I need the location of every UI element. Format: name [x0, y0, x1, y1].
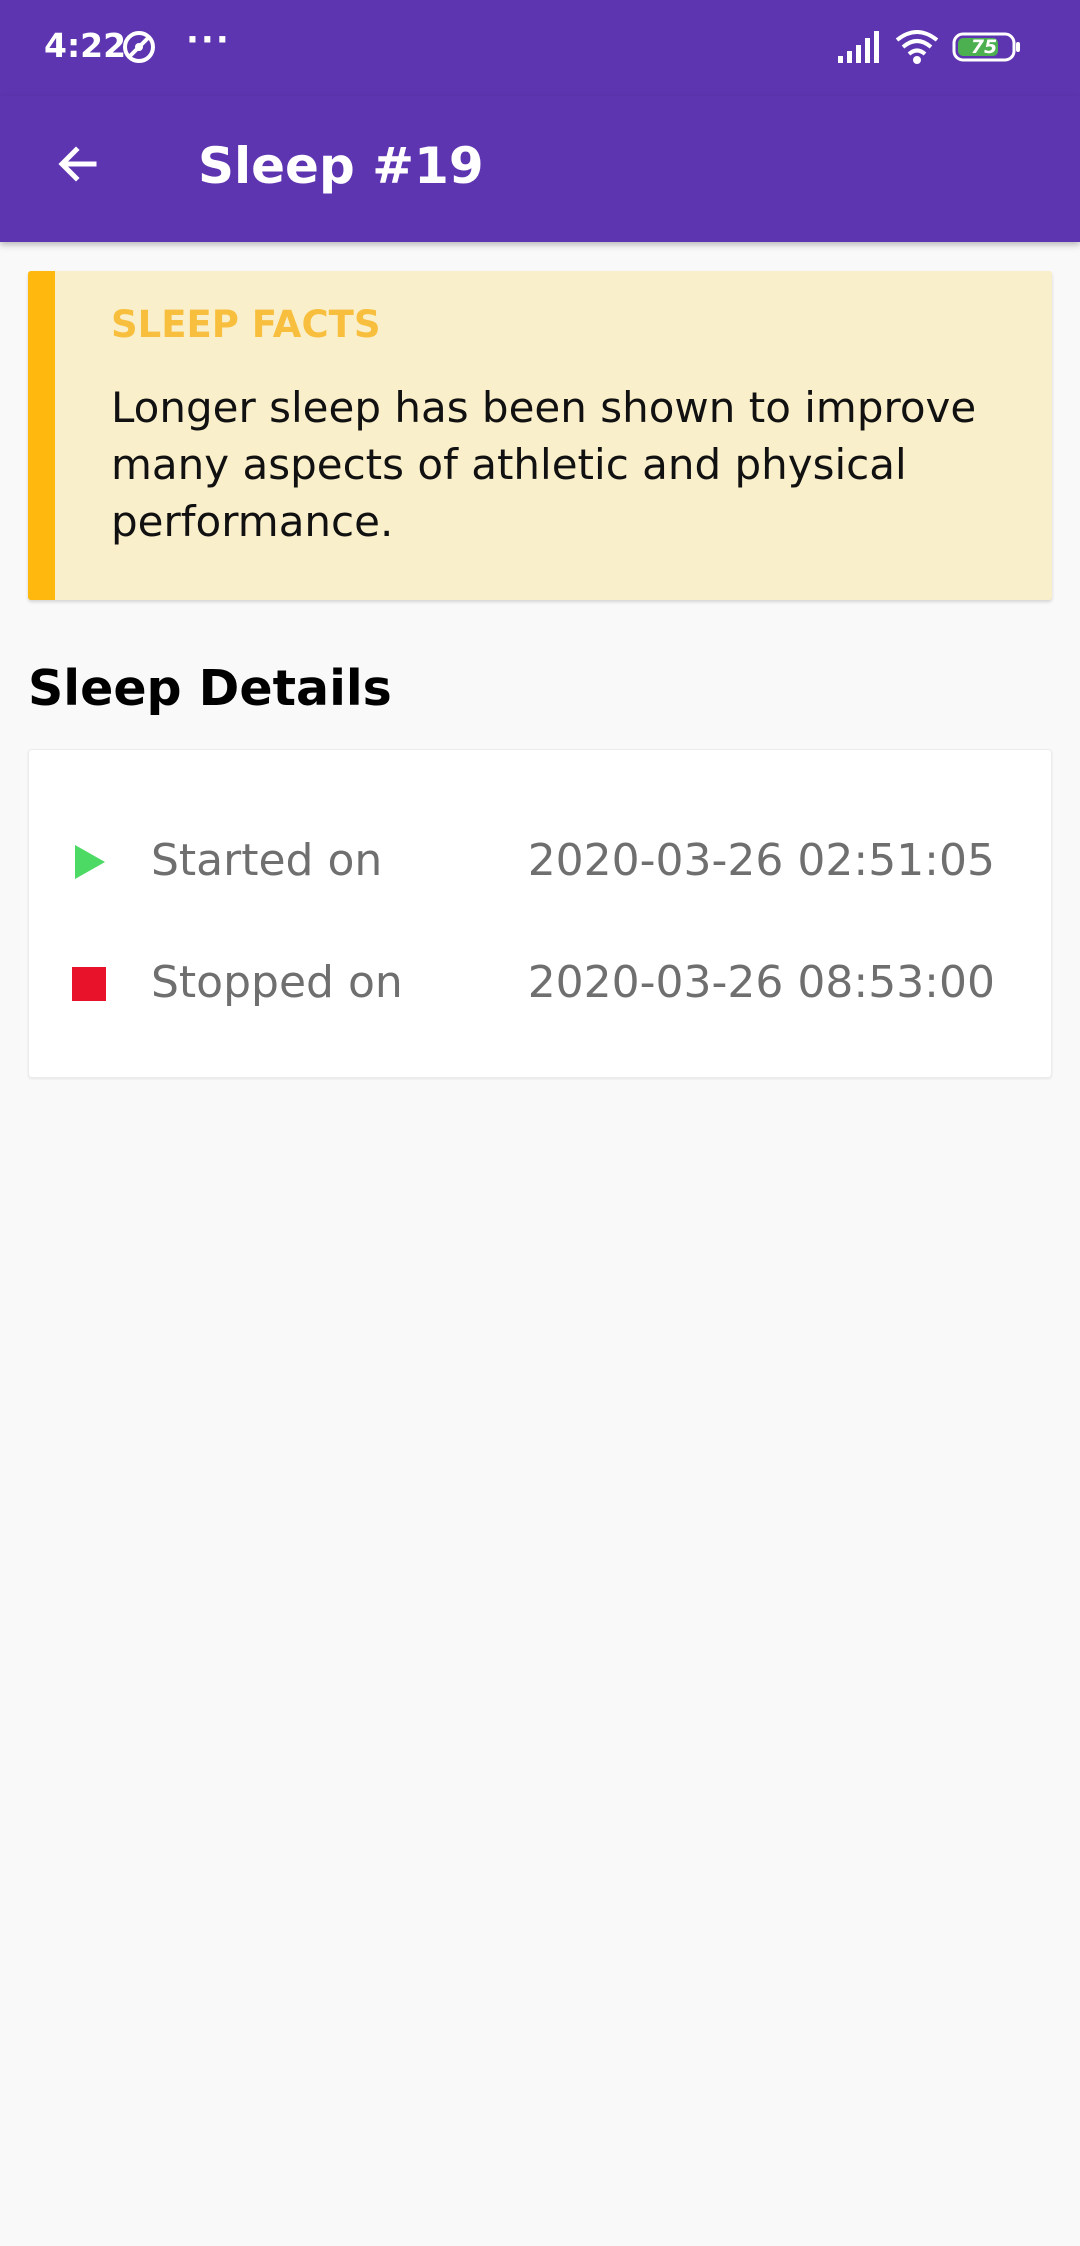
play-icon	[75, 845, 105, 879]
overflow-dots-icon: ···	[186, 20, 231, 60]
status-bar: 4:22 ··· 75	[0, 0, 1080, 96]
sleep-facts-label: SLEEP FACTS	[111, 303, 381, 346]
page-title: Sleep #19	[198, 137, 484, 195]
wifi-icon	[895, 30, 939, 64]
signal-icon	[838, 31, 879, 63]
stopped-value: 2020-03-26 08:53:00	[527, 957, 995, 1008]
arrow-back-icon	[58, 146, 97, 182]
stopped-label: Stopped on	[151, 957, 403, 1008]
started-value: 2020-03-26 02:51:05	[527, 835, 995, 886]
stopped-row: Stopped on 2020-03-26 08:53:00	[29, 948, 1051, 1018]
dnd-icon	[123, 31, 155, 63]
sleep-details-heading: Sleep Details	[28, 660, 392, 717]
started-label: Started on	[151, 835, 383, 886]
sleep-details-card: Started on 2020-03-26 02:51:05 Stopped o…	[28, 749, 1052, 1078]
status-time: 4:22	[44, 26, 127, 65]
stop-icon	[72, 967, 106, 1001]
app-bar: Sleep #19	[0, 96, 1080, 242]
sleep-facts-card: SLEEP FACTS Longer sleep has been shown …	[28, 271, 1052, 600]
battery-level: 75	[970, 36, 998, 58]
back-button[interactable]	[40, 126, 116, 202]
sleep-facts-text: Longer sleep has been shown to improve m…	[111, 383, 977, 546]
started-row: Started on 2020-03-26 02:51:05	[29, 826, 1051, 896]
